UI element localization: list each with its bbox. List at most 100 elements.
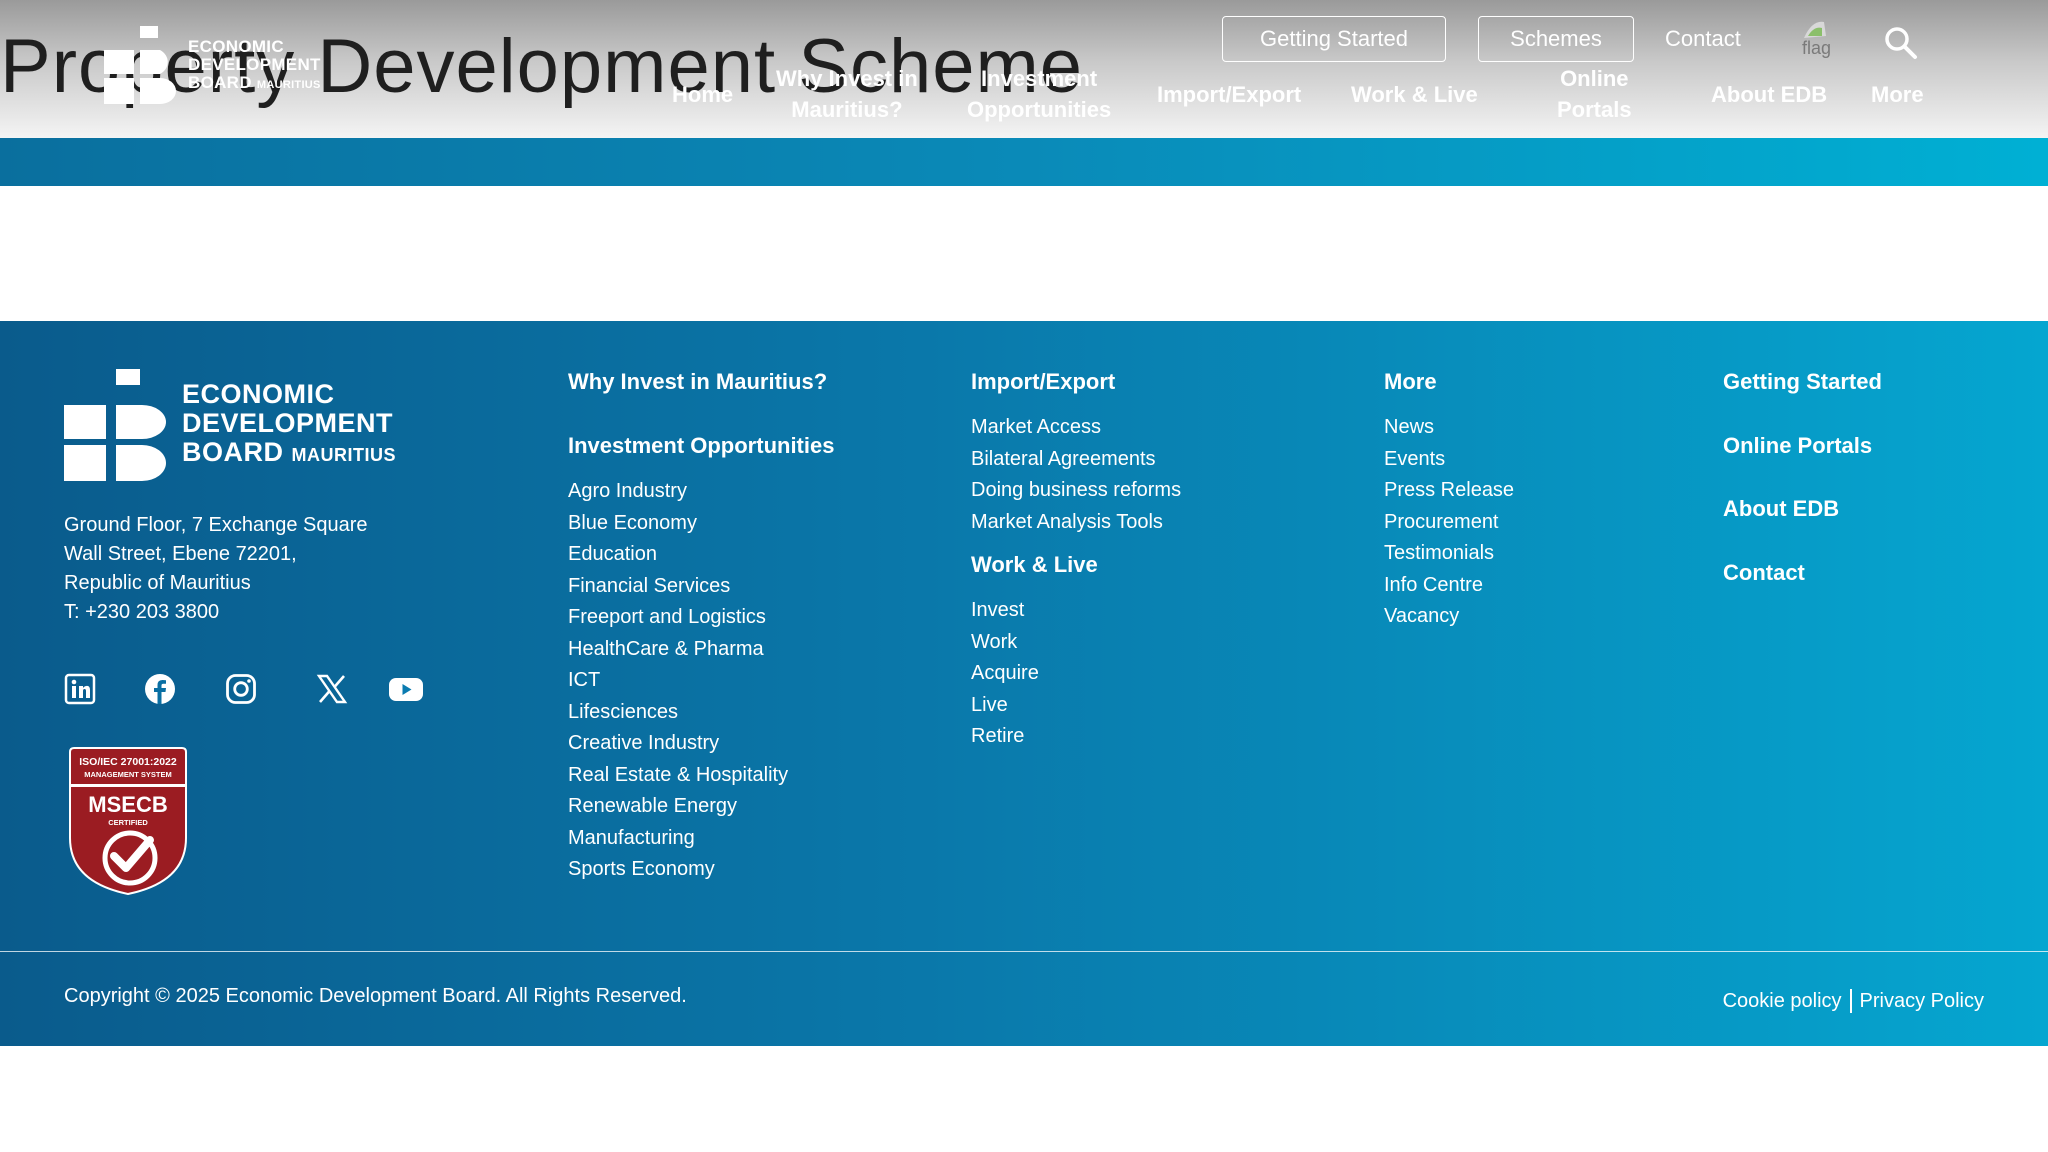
footer-work-live-list: Invest Work Acquire Live Retire: [971, 595, 1181, 753]
footer-column-invest: Why Invest in Mauritius? Investment Oppo…: [568, 369, 834, 886]
footer-logo-line-2: DEVELOPMENT: [182, 408, 394, 438]
nav-online-line-1: Online: [1560, 66, 1629, 91]
nav-why-invest[interactable]: Why Invest in Mauritius?: [776, 63, 918, 125]
logo-mauritius: MAURITIUS: [256, 79, 321, 91]
footer-sector-link[interactable]: Education: [568, 539, 834, 571]
schemes-button[interactable]: Schemes: [1478, 16, 1634, 62]
footer-sector-link[interactable]: Lifesciences: [568, 697, 834, 729]
footer-about-edb-link[interactable]: About EDB: [1723, 496, 1882, 522]
nav-investment-opportunities[interactable]: Investment Opportunities: [967, 63, 1111, 125]
footer-work-live-link[interactable]: Work: [971, 627, 1181, 659]
footer-import-export-list: Market Access Bilateral Agreements Doing b…: [971, 412, 1181, 538]
logo-line-2: DEVELOPMENT: [188, 55, 321, 74]
footer-more-heading[interactable]: More: [1384, 369, 1514, 395]
footer-sector-link[interactable]: Sports Economy: [568, 854, 834, 886]
footer-more-link[interactable]: Press Release: [1384, 475, 1514, 507]
nav-why-invest-line-2: Mauritius?: [791, 97, 903, 122]
getting-started-button[interactable]: Getting Started: [1222, 16, 1446, 62]
footer-more-link[interactable]: News: [1384, 412, 1514, 444]
linkedin-icon[interactable]: [64, 673, 96, 705]
footer-work-live-link[interactable]: Live: [971, 690, 1181, 722]
footer-sector-link[interactable]: Blue Economy: [568, 508, 834, 540]
privacy-policy-link[interactable]: Privacy Policy: [1860, 990, 1984, 1013]
footer-column-trade: Import/Export Market Access Bilateral Agr…: [971, 369, 1181, 753]
nav-work-live[interactable]: Work & Live: [1351, 79, 1478, 110]
footer-edb-logo-mark-icon: [64, 369, 166, 481]
language-flag[interactable]: flag: [1802, 16, 1842, 60]
footer-column-more: More News Events Press Release Procurement T…: [1384, 369, 1514, 633]
footer-more-list: News Events Press Release Procurement Testim…: [1384, 412, 1514, 633]
footer-import-export-heading[interactable]: Import/Export: [971, 369, 1181, 395]
footer-more-link[interactable]: Testimonials: [1384, 538, 1514, 570]
footer-more-link[interactable]: Events: [1384, 444, 1514, 476]
edb-logo-text: ECONOMIC DEVELOPMENT BOARD MAURITIUS: [188, 38, 321, 94]
footer-logo-board: BOARD: [182, 437, 284, 467]
footer-online-portals-link[interactable]: Online Portals: [1723, 433, 1882, 459]
address-line-1: Ground Floor, 7 Exchange Square: [64, 514, 368, 536]
nav-online-line-2: Portals: [1557, 97, 1632, 122]
facebook-icon[interactable]: [144, 673, 176, 705]
footer-why-invest-heading[interactable]: Why Invest in Mauritius?: [568, 369, 834, 395]
footer-work-live-link[interactable]: Invest: [971, 595, 1181, 627]
msecb-certification-badge: ISO/IEC 27001:2022 MANAGEMENT SYSTEM MSE…: [69, 747, 187, 896]
footer-sector-link[interactable]: HealthCare & Pharma: [568, 634, 834, 666]
badge-line-4: CERTIFIED: [108, 818, 148, 827]
copyright-text: Copyright © 2025 Economic Development Bo…: [64, 985, 687, 1007]
badge-line-2: MANAGEMENT SYSTEM: [84, 770, 172, 779]
nav-online-portals[interactable]: Online Portals: [1557, 63, 1632, 125]
address-phone: T: +230 203 3800: [64, 601, 220, 623]
footer-more-link[interactable]: Vacancy: [1384, 601, 1514, 633]
nav-why-invest-line-1: Why Invest in: [776, 66, 918, 91]
nav-import-export[interactable]: Import/Export: [1157, 79, 1301, 110]
footer-column-quick-links: Getting Started Online Portals About EDB…: [1723, 369, 1882, 586]
footer-trade-link[interactable]: Market Analysis Tools: [971, 507, 1181, 539]
footer-sector-link[interactable]: Freeport and Logistics: [568, 602, 834, 634]
footer-more-link[interactable]: Procurement: [1384, 507, 1514, 539]
footer-sector-link[interactable]: Agro Industry: [568, 476, 834, 508]
logo-line-3: BOARD MAURITIUS: [188, 74, 321, 94]
footer-more-link[interactable]: Info Centre: [1384, 570, 1514, 602]
youtube-icon[interactable]: [388, 673, 424, 705]
footer-sector-link[interactable]: ICT: [568, 665, 834, 697]
badge-line-3: MSECB: [88, 792, 167, 817]
legal-links: Cookie policy Privacy Policy: [1723, 989, 1984, 1013]
footer-trade-link[interactable]: Doing business reforms: [971, 475, 1181, 507]
footer-logo-text: ECONOMIC DEVELOPMENT BOARD MAURITIUS: [182, 380, 396, 470]
search-icon[interactable]: [1884, 26, 1918, 60]
badge-line-1: ISO/IEC 27001:2022: [79, 756, 177, 768]
footer-getting-started-link[interactable]: Getting Started: [1723, 369, 1882, 395]
footer-contact-link[interactable]: Contact: [1723, 560, 1882, 586]
footer-work-live-heading[interactable]: Work & Live: [971, 552, 1181, 578]
footer-work-live-link[interactable]: Retire: [971, 721, 1181, 753]
footer-trade-link[interactable]: Market Access: [971, 412, 1181, 444]
address-line-2: Wall Street, Ebene 72201,: [64, 543, 297, 565]
instagram-icon[interactable]: [225, 673, 257, 705]
cookie-policy-link[interactable]: Cookie policy: [1723, 990, 1842, 1013]
footer-logo-mauritius: MAURITIUS: [291, 445, 397, 465]
footer-investment-heading[interactable]: Investment Opportunities: [568, 433, 834, 459]
footer-sector-link[interactable]: Creative Industry: [568, 728, 834, 760]
footer-sector-link[interactable]: Renewable Energy: [568, 791, 834, 823]
nav-home[interactable]: Home: [672, 79, 733, 110]
nav-investment-line-1: Investment: [981, 66, 1098, 91]
nav-more[interactable]: More: [1871, 79, 1924, 110]
footer-logo-line-1: ECONOMIC: [182, 379, 335, 409]
edb-logo-mark-icon: [104, 26, 176, 104]
nav-investment-line-2: Opportunities: [967, 97, 1112, 122]
x-twitter-icon[interactable]: [316, 673, 348, 705]
edb-logo[interactable]: ECONOMIC DEVELOPMENT BOARD MAURITIUS: [104, 26, 324, 106]
footer-sector-link[interactable]: Real Estate & Hospitality: [568, 760, 834, 792]
footer-sector-link[interactable]: Manufacturing: [568, 823, 834, 855]
contact-link[interactable]: Contact: [1665, 26, 1741, 52]
hero-band: [0, 138, 2048, 186]
footer-edb-logo[interactable]: ECONOMIC DEVELOPMENT BOARD MAURITIUS: [64, 369, 396, 481]
address-line-3: Republic of Mauritius: [64, 572, 251, 594]
nav-about-edb[interactable]: About EDB: [1711, 79, 1827, 110]
footer-address: Ground Floor, 7 Exchange Square Wall Str…: [64, 511, 368, 627]
footer-divider: [0, 951, 2048, 952]
footer-sector-link[interactable]: Financial Services: [568, 571, 834, 603]
logo-board: BOARD: [188, 73, 252, 92]
legal-separator: [1849, 989, 1852, 1013]
footer-work-live-link[interactable]: Acquire: [971, 658, 1181, 690]
footer-trade-link[interactable]: Bilateral Agreements: [971, 444, 1181, 476]
